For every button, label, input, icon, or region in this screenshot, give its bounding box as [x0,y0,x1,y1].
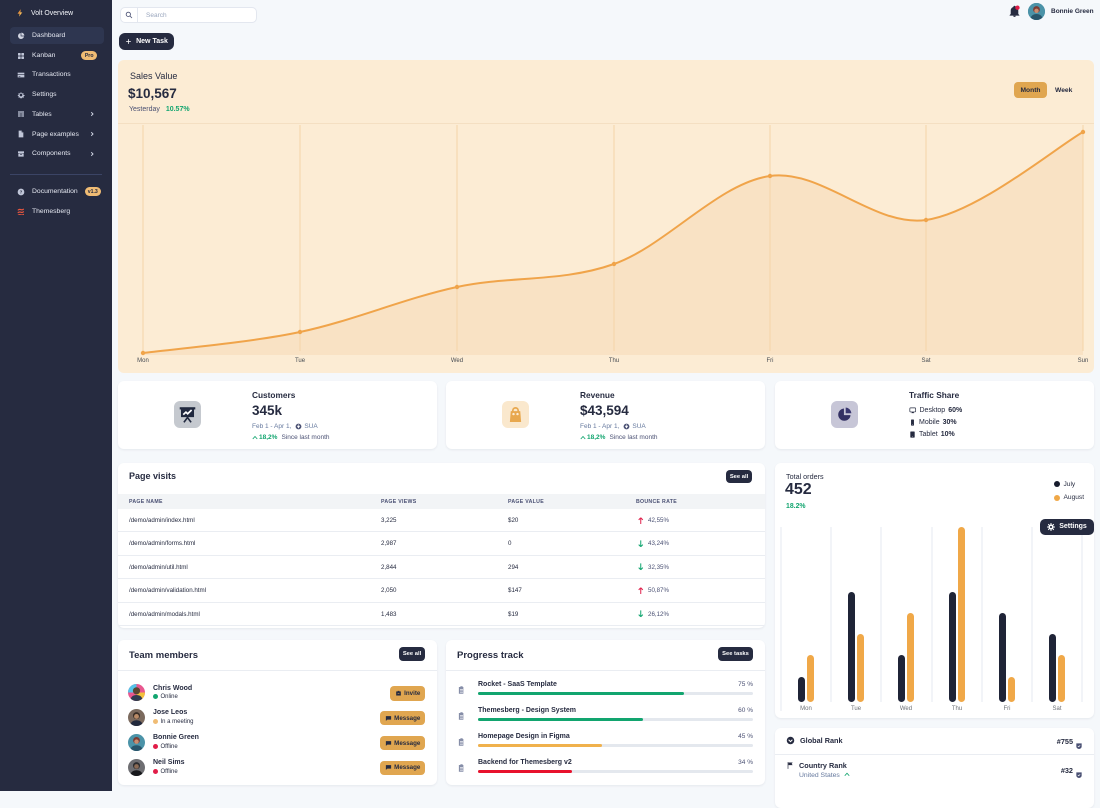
svg-text:Fri: Fri [767,358,774,364]
svg-text:Fri: Fri [1004,706,1011,711]
svg-text:Mon: Mon [800,706,812,711]
svg-text:Tue: Tue [295,358,306,364]
svg-text:Sat: Sat [921,358,930,364]
svg-text:Thu: Thu [952,706,962,711]
svg-text:Mon: Mon [137,358,149,364]
svg-text:Sun: Sun [1078,358,1089,364]
svg-text:Tue: Tue [851,706,862,711]
svg-text:?: ? [20,189,23,194]
svg-text:Sat: Sat [1052,706,1061,711]
svg-text:Wed: Wed [451,358,463,364]
svg-text:Thu: Thu [609,358,619,364]
svg-text:Wed: Wed [900,706,912,711]
